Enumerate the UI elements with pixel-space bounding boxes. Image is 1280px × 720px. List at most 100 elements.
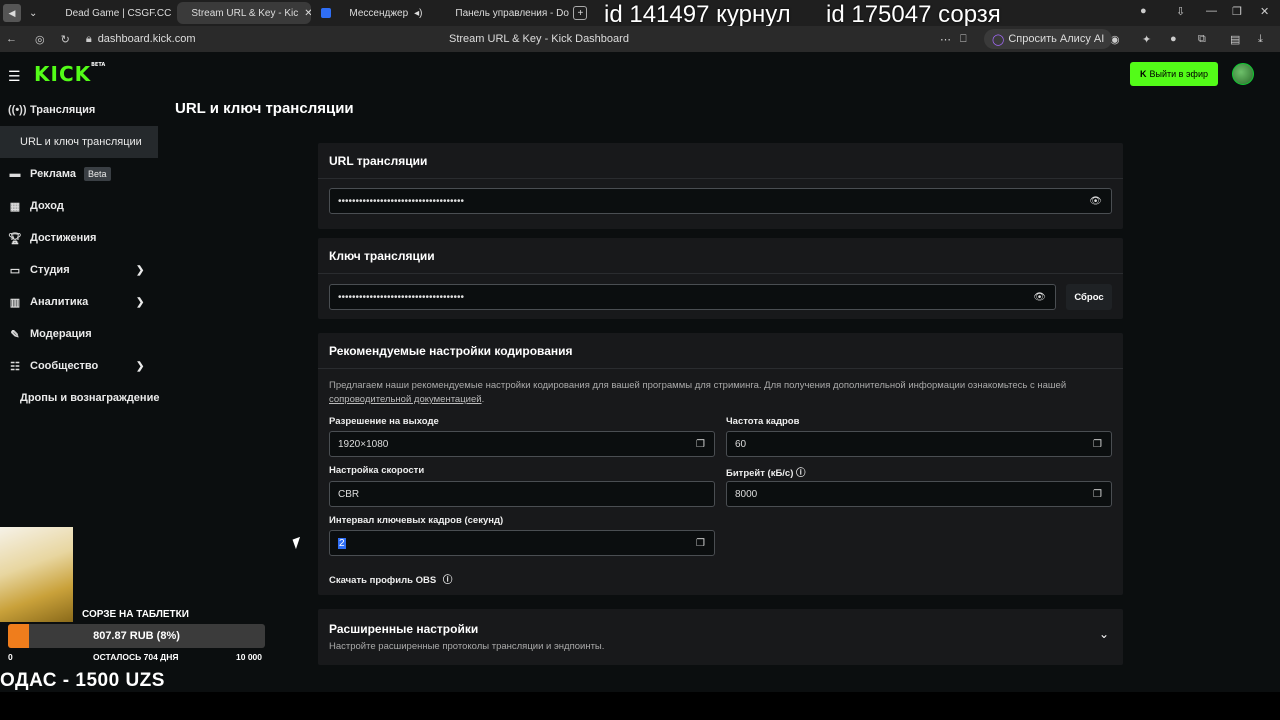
- sidebar-item-community[interactable]: ☷ Сообщество ❯: [0, 350, 170, 382]
- advanced-heading: Расширенные настройки: [329, 622, 479, 636]
- beta-badge: Beta: [84, 167, 111, 181]
- ask-alice-button[interactable]: ◯ Спросить Алису AI: [984, 29, 1113, 49]
- logo-beta-badge: BETA: [91, 62, 106, 68]
- go-live-button[interactable]: K Выйти в эфир: [1130, 62, 1218, 86]
- profile-icon[interactable]: ●: [1140, 5, 1147, 17]
- collections-icon[interactable]: ▤: [1230, 33, 1240, 46]
- goal-min: 0: [8, 652, 13, 662]
- sidebar-item-analytics[interactable]: ▥ Аналитика ❯: [0, 286, 170, 318]
- kick-logo[interactable]: KICKBETA: [34, 62, 105, 86]
- overlay-bottom-text: ОДАС - 1500 UZS: [0, 670, 165, 691]
- minimize-icon[interactable]: —: [1206, 5, 1217, 17]
- close-window-icon[interactable]: ✕: [1260, 5, 1269, 18]
- sidebar-item-label: Реклама: [30, 168, 77, 180]
- browser-page-title: Stream URL & Key - Kick Dashboard: [449, 33, 629, 45]
- page-title: URL и ключ трансляции: [175, 100, 354, 117]
- close-tab-icon[interactable]: ✕: [304, 8, 311, 19]
- copy-icon[interactable]: ❐: [696, 538, 705, 549]
- downloads-icon[interactable]: ⇩: [1176, 5, 1185, 18]
- keyframe-value: 2: [338, 537, 346, 549]
- hamburger-menu-icon[interactable]: ☰: [8, 68, 21, 85]
- kick-k-icon: K: [1140, 69, 1147, 79]
- sidebar-item-label: URL и ключ трансляции: [20, 136, 142, 148]
- sidebar-item-achievements[interactable]: 🏆︎ Достижения: [0, 222, 170, 254]
- browser-tab-3[interactable]: Мессенджер ◂): [313, 2, 439, 24]
- keyframe-field[interactable]: 2 ❐: [329, 530, 715, 556]
- fps-field[interactable]: 60 ❐: [726, 431, 1112, 457]
- url-field[interactable]: dashboard.kick.com: [98, 33, 196, 45]
- fps-label: Частота кадров: [726, 416, 800, 427]
- show-eye-icon[interactable]: 👁︎: [1033, 292, 1046, 303]
- rate-control-value: CBR: [338, 488, 360, 500]
- goal-title: СОРЗЕ НА ТАБЛЕТКИ: [82, 609, 189, 620]
- maximize-icon[interactable]: ❐: [1232, 5, 1242, 18]
- avatar[interactable]: [1232, 63, 1254, 85]
- sidebar-item-broadcast[interactable]: ((•)) Трансляция: [0, 94, 170, 126]
- goal-remaining: ОСТАЛОСЬ 704 ДНЯ: [93, 652, 179, 662]
- browser-tab-1[interactable]: Dead Game | CSGF.CC: [51, 2, 175, 24]
- sidebar-item-revenue[interactable]: ▦ Доход: [0, 190, 170, 222]
- browser-tab-label: Мессенджер: [349, 7, 409, 19]
- reload-icon[interactable]: ↻: [61, 33, 70, 46]
- back-icon[interactable]: ←: [6, 33, 17, 45]
- chevron-down-icon[interactable]: ❯: [136, 265, 144, 276]
- stream-key-field[interactable]: •••••••••••••••••••••••••••••••••••• 👁︎: [329, 284, 1056, 310]
- fps-value: 60: [735, 438, 747, 450]
- copy-icon[interactable]: ❐: [696, 439, 705, 450]
- rate-control-field[interactable]: CBR: [329, 481, 715, 507]
- encoding-description: Предлагаем наши рекомендуемые настройки …: [329, 379, 1109, 407]
- trophy-icon: 🏆︎: [8, 232, 22, 245]
- sidebar-item-label: Доход: [30, 200, 64, 212]
- extension-3-icon[interactable]: ●: [1170, 33, 1177, 45]
- extensions-icon[interactable]: ⧉: [1198, 33, 1206, 46]
- info-icon[interactable]: ⓘ: [796, 468, 806, 479]
- stream-url-field[interactable]: •••••••••••••••••••••••••••••••••••• 👁︎: [329, 188, 1112, 214]
- messenger-favicon-icon: [321, 8, 332, 18]
- analytics-icon: ▥: [9, 296, 21, 309]
- community-icon: ☷: [10, 360, 20, 373]
- tab-list-chevron-icon[interactable]: ⌄: [29, 8, 37, 19]
- resolution-field[interactable]: 1920×1080 ❐: [329, 431, 715, 457]
- encoding-description-end: .: [481, 394, 485, 405]
- show-eye-icon[interactable]: 👁︎: [1089, 196, 1102, 207]
- sidebar-item-moderation[interactable]: ✎ Модерация: [0, 318, 170, 350]
- studio-icon: ▭: [9, 264, 21, 277]
- info-icon[interactable]: ⓘ: [443, 575, 453, 586]
- documentation-link[interactable]: сопроводительной документацией: [329, 394, 482, 405]
- stream-url-value: ••••••••••••••••••••••••••••••••••••: [338, 195, 465, 207]
- sidebar-item-stream-url-key[interactable]: URL и ключ трансляции: [0, 126, 158, 158]
- share-icon[interactable]: ⤓: [1258, 33, 1263, 46]
- reset-key-button[interactable]: Сброс: [1066, 284, 1112, 310]
- revenue-icon: ▦: [9, 200, 21, 213]
- resolution-value: 1920×1080: [338, 438, 389, 450]
- sidebar-item-studio[interactable]: ▭ Студия ❯: [0, 254, 170, 286]
- copy-icon[interactable]: ❐: [1093, 439, 1102, 450]
- extension-2-icon[interactable]: ✦: [1142, 33, 1151, 46]
- chevron-down-icon[interactable]: ❯: [136, 297, 144, 308]
- stream-key-value: ••••••••••••••••••••••••••••••••••••: [338, 291, 465, 303]
- shield-icon[interactable]: ◎: [35, 33, 45, 46]
- browser-tab-2[interactable]: Stream URL & Key - Kic ✕: [177, 2, 312, 24]
- new-tab-button[interactable]: +: [573, 6, 588, 20]
- audio-icon[interactable]: ◂): [414, 8, 422, 19]
- sidebar-item-label: Дропы и вознаграждение: [20, 392, 160, 404]
- bitrate-field[interactable]: 8000 ❐: [726, 481, 1112, 507]
- chevron-down-icon[interactable]: ❯: [136, 361, 144, 372]
- bookmark-icon[interactable]: ⎕: [960, 33, 967, 46]
- kick-dashboard: ☰ KICKBETA K Выйти в эфир ((•)) Трансляц…: [0, 52, 1280, 692]
- advanced-settings-card[interactable]: Расширенные настройки Настройте расширен…: [318, 609, 1123, 665]
- alice-icon: ◯: [992, 33, 1005, 46]
- download-obs-profile[interactable]: Скачать профиль OBS ⓘ: [329, 572, 452, 586]
- chevron-down-icon[interactable]: ⌄: [1099, 627, 1109, 641]
- browser-tab-4[interactable]: Панель управления - Do: [441, 2, 569, 24]
- sidebar-item-drops[interactable]: Дропы и вознаграждение: [0, 382, 170, 414]
- tab-menu-icon[interactable]: ◀: [3, 4, 21, 22]
- more-icon[interactable]: ⋯: [940, 33, 951, 46]
- keyframe-label: Интервал ключевых кадров (секунд): [329, 515, 504, 526]
- resolution-label: Разрешение на выходе: [329, 416, 439, 427]
- copy-icon[interactable]: ❐: [1093, 489, 1102, 500]
- sidebar-item-ads[interactable]: ▬ Реклама Beta: [0, 158, 170, 190]
- goal-max: 10 000: [236, 652, 262, 662]
- sidebar-item-label: Сообщество: [30, 360, 99, 372]
- browser-tab-label: Панель управления - Do: [455, 7, 569, 19]
